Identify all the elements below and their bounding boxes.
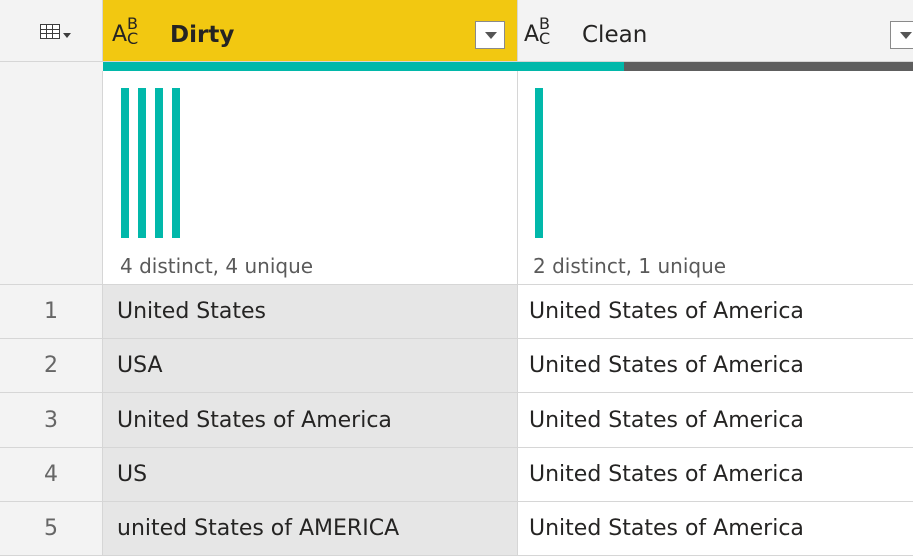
table-cell[interactable]: United States of America (518, 393, 913, 448)
distribution-bar (155, 88, 163, 238)
column-header-clean[interactable]: A B C Clean (518, 0, 913, 62)
table-cell[interactable]: United States of America (518, 502, 913, 556)
table-cell[interactable]: United States of America (518, 448, 913, 502)
distribution-bar (121, 88, 129, 238)
table-cell[interactable]: USA (103, 339, 518, 393)
corner-filler (0, 62, 103, 71)
corner-filler (0, 71, 103, 285)
table-icon (40, 24, 60, 39)
table-cell[interactable]: United States of America (518, 285, 913, 339)
table-cell[interactable]: United States (103, 285, 518, 339)
abc-text-type-icon[interactable]: A B C (524, 16, 566, 50)
table-cell[interactable]: United States of America (103, 393, 518, 448)
column-quality-bar-other (624, 62, 913, 71)
column-header-dirty[interactable]: A B C Dirty (103, 0, 518, 62)
table-cell[interactable]: United States of America (518, 339, 913, 393)
row-number[interactable]: 2 (0, 339, 103, 393)
row-number[interactable]: 4 (0, 448, 103, 502)
column-quality-bar (103, 62, 518, 71)
distribution-bar (172, 88, 180, 238)
distribution-stats: 4 distinct, 4 unique (120, 254, 314, 278)
distribution-bar (535, 88, 543, 238)
column-filter-dropdown-button[interactable] (475, 21, 505, 49)
row-number[interactable]: 5 (0, 502, 103, 556)
table-cell[interactable]: united States of AMERICA (103, 502, 518, 556)
column-distribution-dirty: 4 distinct, 4 unique (103, 71, 518, 285)
abc-text-type-icon[interactable]: A B C (112, 16, 154, 50)
row-number[interactable]: 1 (0, 285, 103, 339)
column-filter-dropdown-button[interactable] (890, 21, 913, 49)
distribution-bar (138, 88, 146, 238)
column-name: Clean (582, 22, 648, 48)
column-quality-bar-valid (518, 62, 624, 71)
data-grid: A B C Dirty A B C Clean 4 distinct, 4 un… (0, 0, 913, 556)
distribution-stats: 2 distinct, 1 unique (533, 254, 727, 278)
table-options-button[interactable] (0, 0, 103, 62)
column-name: Dirty (170, 22, 235, 48)
chevron-down-icon (63, 33, 71, 38)
table-cell[interactable]: US (103, 448, 518, 502)
row-number[interactable]: 3 (0, 393, 103, 448)
column-distribution-clean: 2 distinct, 1 unique (518, 71, 913, 285)
